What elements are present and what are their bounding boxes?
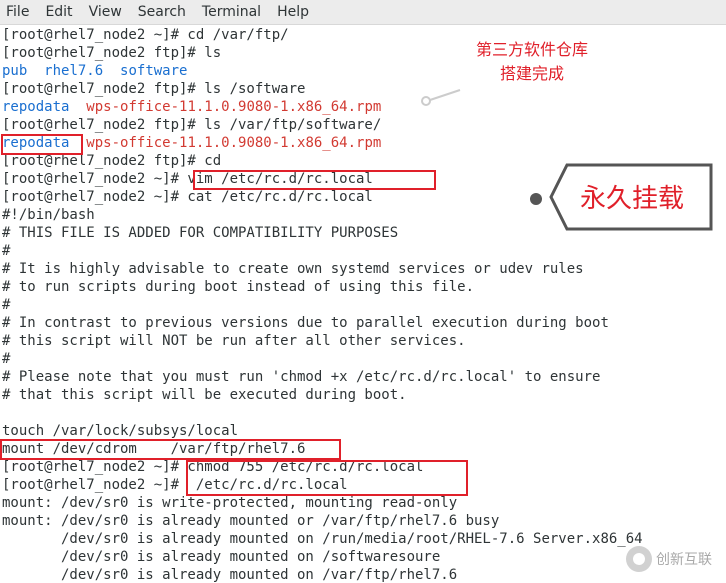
terminal-line: [root@rhel7_node2 ftp]# ls [2,44,221,62]
terminal-text-segment: #!/bin/bash [2,207,95,223]
terminal-line: # [2,242,10,260]
terminal-line: # THIS FILE IS ADDED FOR COMPATIBILITY P… [2,224,398,242]
terminal-line: [root@rhel7_node2 ftp]# ls /var/ftp/soft… [2,116,381,134]
callout-permanent-mount: 永久挂载 [580,184,685,214]
menu-help[interactable]: Help [269,0,317,24]
menu-bar: File Edit View Search Terminal Help [0,0,726,25]
callout-dot-icon [530,193,542,205]
watermark-logo-icon [626,546,652,572]
terminal-text-segment: # It is highly advisable to create own s… [2,261,584,277]
terminal-line: # that this script will be executed duri… [2,386,407,404]
terminal-text-segment: # Please note that you must run 'chmod +… [2,369,601,385]
menu-terminal[interactable]: Terminal [194,0,269,24]
terminal-text-segment: [root@rhel7_node2 ftp]# cd [2,153,222,169]
terminal-line: # Please note that you must run 'chmod +… [2,368,600,386]
terminal-text-segment: [root@rhel7_node2 ~]# cat /etc/rc.d/rc.l… [2,189,373,205]
terminal-text-segment: mount: /dev/sr0 is write-protected, moun… [2,495,458,511]
watermark-text: 创新互联 [656,552,712,568]
terminal-text-segment: rhel7.6 [44,63,104,79]
annotation-repo-done: 第三方软件仓库搭建完成 [475,40,588,83]
terminal-text-segment: [root@rhel7_node2 ~]# vim /etc/rc.d/rc.l… [2,171,373,187]
terminal-text-segment: /dev/sr0 is already mounted on /var/ftp/… [2,567,458,583]
terminal-output[interactable]: [root@rhel7_node2 ~]# cd /var/ftp/ [root@… [0,26,726,583]
terminal-text-segment: wps-office-11.1.0.9080-1.x86_64.rpm [86,135,382,151]
terminal-line: mount /dev/cdrom /var/ftp/rhel7.6 [2,440,305,458]
terminal-line: /dev/sr0 is already mounted on /run/medi… [2,530,643,548]
terminal-text-segment: [root@rhel7_node2 ~]# cd /var/ftp/ [2,27,289,43]
terminal-text-segment: /dev/sr0 is already mounted on /run/medi… [2,531,643,547]
terminal-line: touch /var/lock/subsys/local [2,422,238,440]
terminal-line: # It is highly advisable to create own s… [2,260,584,278]
terminal-text-segment: pub [2,63,28,79]
terminal-text-segment: software [120,63,188,79]
terminal-text-segment: # In contrast to previous versions due t… [2,315,609,331]
watermark: 创新互联 [626,546,712,572]
terminal-line: [root@rhel7_node2 ~]# chmod 755 /etc/rc.… [2,458,423,476]
annotation-pointer [421,89,461,106]
terminal-line: /dev/sr0 is already mounted on /var/ftp/… [2,566,457,583]
terminal-line: [root@rhel7_node2 ftp]# ls /software [2,80,305,98]
terminal-text-segment: # this script will NOT be run after all … [2,333,466,349]
menu-search[interactable]: Search [130,0,194,24]
terminal-line: repodata wps-office-11.1.0.9080-1.x86_64… [2,134,381,152]
terminal-line: # [2,296,10,314]
menu-file[interactable]: File [0,0,37,24]
terminal-line: /dev/sr0 is already mounted on /software… [2,548,440,566]
terminal-line: [root@rhel7_node2 ftp]# cd [2,152,221,170]
terminal-line: [root@rhel7_node2 ~]# cat /etc/rc.d/rc.l… [2,188,373,206]
terminal-line: [root@rhel7_node2 ~]# vim /etc/rc.d/rc.l… [2,170,373,188]
terminal-text-segment: repodata [2,135,70,151]
terminal-text-segment: # to run scripts during boot instead of … [2,279,475,295]
terminal-text-segment: repodata [2,99,70,115]
terminal-text-segment: /dev/sr0 is already mounted on /software… [2,549,441,565]
terminal-text-segment: # [2,243,11,259]
menu-edit[interactable]: Edit [37,0,80,24]
terminal-text-segment: wps-office-11.1.0.9080-1.x86_64.rpm [86,99,382,115]
terminal-text-segment: # [2,297,11,313]
terminal-text-segment: # THIS FILE IS ADDED FOR COMPATIBILITY P… [2,225,399,241]
terminal-line: pub rhel7.6 software [2,62,187,80]
terminal-line: #!/bin/bash [2,206,95,224]
terminal-line: [root@rhel7_node2 ~]# cd /var/ftp/ [2,26,289,44]
terminal-line: # to run scripts during boot instead of … [2,278,474,296]
terminal-line: mount: /dev/sr0 is write-protected, moun… [2,494,457,512]
terminal-line: # [2,350,10,368]
terminal-line: mount: /dev/sr0 is already mounted or /v… [2,512,499,530]
terminal-text-segment: mount /dev/cdrom /var/ftp/rhel7.6 [2,441,306,457]
terminal-line: [root@rhel7_node2 ~]# /etc/rc.d/rc.local [2,476,348,494]
terminal-line: # this script will NOT be run after all … [2,332,466,350]
menu-view[interactable]: View [81,0,130,24]
terminal-line: repodata wps-office-11.1.0.9080-1.x86_64… [2,98,381,116]
terminal-text-segment: [root@rhel7_node2 ftp]# ls [2,45,222,61]
terminal-text-segment: touch /var/lock/subsys/local [2,423,239,439]
terminal-text-segment: # that this script will be executed duri… [2,387,407,403]
terminal-text-segment: # [2,351,11,367]
terminal-text-segment: [root@rhel7_node2 ~]# chmod 755 /etc/rc.… [2,459,424,475]
terminal-text-segment: mount: /dev/sr0 is already mounted or /v… [2,513,500,529]
terminal-text-segment: [root@rhel7_node2 ftp]# ls /software [2,81,306,97]
terminal-text-segment: [root@rhel7_node2 ~]# /etc/rc.d/rc.local [2,477,348,493]
terminal-line: # In contrast to previous versions due t… [2,314,609,332]
terminal-text-segment: [root@rhel7_node2 ftp]# ls /var/ftp/soft… [2,117,382,133]
